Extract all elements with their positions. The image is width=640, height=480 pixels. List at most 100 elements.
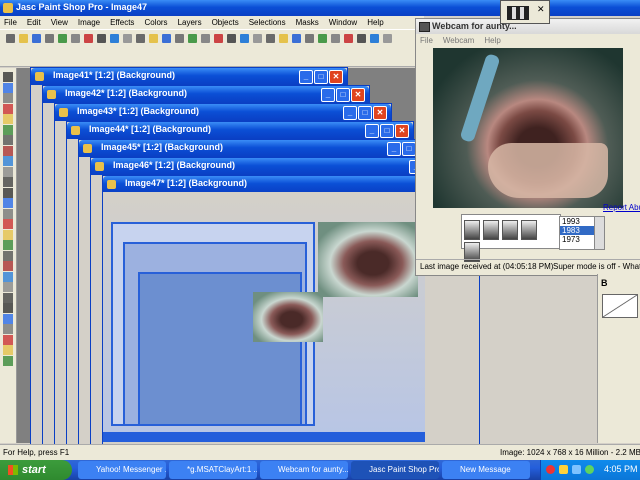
toolbar-icon[interactable] xyxy=(253,34,262,43)
tool-icon[interactable] xyxy=(3,240,13,250)
year-list[interactable]: 1993 1983 1973 xyxy=(559,216,595,250)
toolbar-icon[interactable] xyxy=(357,34,366,43)
maximize-button[interactable]: □ xyxy=(336,88,350,102)
year-item-selected[interactable]: 1983 xyxy=(560,226,594,235)
toolbar-icon[interactable] xyxy=(266,34,275,43)
menu-objects[interactable]: Objects xyxy=(212,18,239,27)
tool-icon[interactable] xyxy=(3,324,13,334)
menu-layers[interactable]: Layers xyxy=(178,18,202,27)
toolbar-icon[interactable] xyxy=(318,34,327,43)
tool-icon[interactable] xyxy=(3,145,13,156)
year-scrollbar[interactable] xyxy=(594,216,605,250)
toolbar-icon[interactable] xyxy=(214,34,223,43)
image-window-title-bar[interactable]: Image46* [1:2] (Background)_□✕ xyxy=(91,158,457,175)
toolbar-icon[interactable] xyxy=(149,34,158,43)
report-abuse-link[interactable]: Report Abuse xyxy=(603,203,640,212)
tool-icon[interactable] xyxy=(3,72,13,82)
taskbar-item-new-message[interactable]: New Message xyxy=(442,461,530,479)
toolbar-icon[interactable] xyxy=(227,34,236,43)
taskbar-item-msat[interactable]: *g.MSATClayArt:1 ... xyxy=(169,461,257,479)
toolbar-icon[interactable] xyxy=(84,34,93,43)
tool-icon[interactable] xyxy=(3,355,13,366)
image-window-title-bar[interactable]: Image43* [1:2] (Background) _ □ ✕ xyxy=(55,104,391,121)
toolbar-icon[interactable] xyxy=(45,34,54,43)
toolbar-icon[interactable] xyxy=(123,34,132,43)
menu-selections[interactable]: Selections xyxy=(249,18,286,27)
image-window-title-bar[interactable]: Image45* [1:2] (Background)_□✕ xyxy=(79,140,435,157)
toolbar-icon[interactable] xyxy=(19,34,28,43)
tool-icon[interactable] xyxy=(3,345,13,355)
tool-icon[interactable] xyxy=(3,250,13,261)
toolbar-icon[interactable] xyxy=(344,34,353,43)
menu-view[interactable]: View xyxy=(51,18,68,27)
taskbar-item-psp[interactable]: Jasc Paint Shop Pro... xyxy=(351,461,439,479)
mini-close-icon[interactable]: ✕ xyxy=(537,4,545,15)
menu-image[interactable]: Image xyxy=(78,18,100,27)
toolbar-icon[interactable] xyxy=(292,34,301,43)
tool-icon[interactable] xyxy=(3,292,13,303)
toolbar-icon[interactable] xyxy=(58,34,67,43)
minimize-button[interactable]: _ xyxy=(299,70,313,84)
menu-window[interactable]: Window xyxy=(329,18,357,27)
image-window-title-bar[interactable]: Image44* [1:2] (Background) _ □ ✕ xyxy=(67,122,413,139)
menu-effects[interactable]: Effects xyxy=(110,18,134,27)
tool-icon[interactable] xyxy=(3,271,13,282)
minimize-button[interactable]: _ xyxy=(343,106,357,120)
thumb-2[interactable] xyxy=(483,220,499,240)
tool-icon[interactable] xyxy=(3,282,13,292)
image-window-title-bar[interactable]: Image42* [1:2] (Background) _ □ ✕ xyxy=(43,86,369,103)
mini-window[interactable]: ✕ xyxy=(500,0,550,24)
toolbar-icon[interactable] xyxy=(162,34,171,43)
maximize-button[interactable]: □ xyxy=(402,142,416,156)
tray-icon[interactable] xyxy=(546,465,555,474)
toolbar-icon[interactable] xyxy=(240,34,249,43)
start-button[interactable]: start xyxy=(0,460,72,480)
toolbar-icon[interactable] xyxy=(305,34,314,43)
webcam-thumbnails[interactable] xyxy=(461,214,561,262)
toolbar-icon[interactable] xyxy=(110,34,119,43)
toolbar-icon[interactable] xyxy=(279,34,288,43)
menu-help[interactable]: Help xyxy=(367,18,383,27)
thumb-3[interactable] xyxy=(502,220,518,240)
toolbar-icon[interactable] xyxy=(6,34,15,43)
close-button[interactable]: ✕ xyxy=(373,106,387,120)
tool-icon[interactable] xyxy=(3,82,13,93)
maximize-button[interactable]: □ xyxy=(380,124,394,138)
tool-icon[interactable] xyxy=(3,93,13,103)
thumb-4[interactable] xyxy=(521,220,537,240)
tool-icon[interactable] xyxy=(3,114,13,124)
webcam-window[interactable]: Webcam for aunty... File Webcam Help Repor… xyxy=(415,18,640,276)
close-button[interactable]: ✕ xyxy=(351,88,365,102)
color-swatch[interactable] xyxy=(602,294,638,318)
toolbar-icon[interactable] xyxy=(331,34,340,43)
tool-icon[interactable] xyxy=(3,303,13,313)
tool-icon[interactable] xyxy=(3,334,13,345)
image-window-title-bar[interactable]: Image41* [1:2] (Background) _ □ ✕ xyxy=(31,68,347,85)
toolbar-icon[interactable] xyxy=(32,34,41,43)
menu-edit[interactable]: Edit xyxy=(27,18,41,27)
year-item[interactable]: 1973 xyxy=(560,235,594,244)
toolbar-icon[interactable] xyxy=(188,34,197,43)
close-button[interactable]: ✕ xyxy=(395,124,409,138)
toolbar-icon[interactable] xyxy=(383,34,392,43)
minimize-button[interactable]: _ xyxy=(387,142,401,156)
minimize-button[interactable]: _ xyxy=(365,124,379,138)
toolbar-icon[interactable] xyxy=(201,34,210,43)
taskbar-item-yahoo[interactable]: Yahoo! Messenger ... xyxy=(78,461,166,479)
tool-icon[interactable] xyxy=(3,135,13,145)
tool-icon[interactable] xyxy=(3,313,13,324)
tool-icon[interactable] xyxy=(3,103,13,114)
maximize-button[interactable]: □ xyxy=(314,70,328,84)
tool-icon[interactable] xyxy=(3,198,13,208)
tool-icon[interactable] xyxy=(3,124,13,135)
taskbar-item-webcam[interactable]: Webcam for aunty... xyxy=(260,461,348,479)
menu-file[interactable]: File xyxy=(4,18,17,27)
tool-icon[interactable] xyxy=(3,156,13,166)
tool-icon[interactable] xyxy=(3,261,13,271)
webcam-menu-help[interactable]: Help xyxy=(484,36,500,45)
year-item[interactable]: 1993 xyxy=(560,217,594,226)
tray-icon[interactable] xyxy=(585,465,594,474)
tool-icon[interactable] xyxy=(3,177,13,187)
webcam-menu-webcam[interactable]: Webcam xyxy=(443,36,474,45)
toolbar-icon[interactable] xyxy=(175,34,184,43)
